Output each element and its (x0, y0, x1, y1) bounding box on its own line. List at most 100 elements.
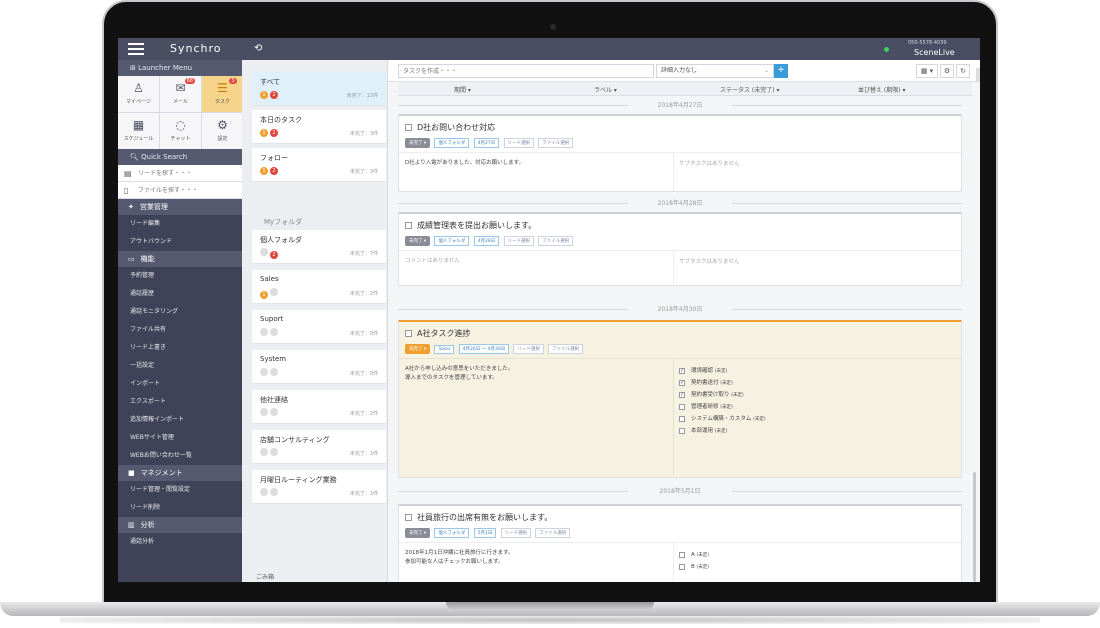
folder-store-consulting[interactable]: 店舗コンサルティング 未完了：1件 (252, 430, 386, 464)
filter-select[interactable]: 詳細入力なし ⌄ (656, 64, 774, 78)
company-name[interactable]: SceneLive (914, 48, 955, 57)
folder-other-contact[interactable]: 他社連絡 未完了：2件 (252, 390, 386, 424)
subtask-item[interactable]: 本部運用 (未定) (679, 425, 766, 437)
task-body: 2018年1月1日沖縄に社員旅行に行きます。 参加可能な人はチェックお願いします… (399, 542, 961, 582)
task-card[interactable]: 社員旅行の出席有無をお願いします。 未完了 ▾ 個人フォルダ 5月1日 リード選… (398, 504, 962, 582)
subtask-checkbox[interactable] (679, 551, 685, 558)
task-checkbox[interactable] (405, 222, 412, 229)
menu-item[interactable]: 追加情報インポート (118, 411, 242, 429)
subtask-checkbox[interactable] (679, 563, 685, 570)
folder-tag[interactable]: 個人フォルダ (434, 138, 470, 148)
menu-item[interactable]: 予約管理 (118, 267, 242, 285)
task-checkbox[interactable] (405, 330, 412, 337)
date-tag[interactable]: 4月26日 〜 4月30日 (458, 344, 510, 354)
menu-item[interactable]: WEBサイト管理 (118, 429, 242, 447)
hamburger-menu-icon[interactable] (128, 43, 144, 55)
tile-schedule[interactable]: ▦ スケジュール (118, 113, 159, 149)
task-checkbox[interactable] (405, 514, 412, 521)
folder-monday-routine[interactable]: 月曜日ルーティング業務 未完了：1件 (252, 470, 386, 504)
status-badge[interactable]: 未完了 ▾ (405, 236, 431, 246)
folder-suport[interactable]: Suport 未完了：0件 (252, 310, 386, 344)
lead-select-tag[interactable]: リード選択 (503, 236, 534, 246)
status-badge[interactable]: 未完了 ▾ (405, 528, 431, 538)
edge-tab[interactable] (976, 68, 980, 82)
check-icon[interactable]: ✓ (679, 391, 685, 398)
task-card[interactable]: 成績管理表を提出お願いします。 未完了 ▾ 個人フォルダ 4月28日 リード選択… (398, 212, 962, 286)
menu-item[interactable]: 通話モニタリング (118, 303, 242, 321)
section-analysis[interactable]: ▥ 分析 (118, 517, 242, 533)
column-period[interactable]: 期間 ▾ (454, 85, 471, 94)
menu-item[interactable]: リード削除 (118, 499, 242, 517)
tile-settings[interactable]: ⚙ 設定 (202, 113, 243, 149)
menu-item[interactable]: リード編集 (118, 215, 242, 233)
task-checkbox[interactable] (405, 124, 412, 131)
menu-item[interactable]: 通話分析 (118, 533, 242, 551)
task-create-input[interactable] (398, 64, 654, 78)
check-icon[interactable]: ✓ (679, 379, 685, 386)
section-features[interactable]: ▭ 機能 (118, 251, 242, 267)
menu-item[interactable]: 一括設定 (118, 357, 242, 375)
view-toggle-button[interactable]: ▦ ▾ (916, 64, 938, 78)
column-label[interactable]: ラベル ▾ (594, 85, 617, 94)
folder-tag[interactable]: Sales (434, 345, 455, 354)
menu-item[interactable]: ファイル共有 (118, 321, 242, 339)
file-select-tag[interactable]: ファイル選択 (535, 528, 571, 538)
add-task-button[interactable]: + (774, 64, 788, 78)
lead-select-tag[interactable]: リード選択 (513, 344, 544, 354)
folder-all[interactable]: すべて 12 未完了：13件 (252, 72, 386, 106)
menu-item[interactable]: 通話履歴 (118, 285, 242, 303)
check-icon[interactable]: ✓ (679, 367, 685, 374)
file-select-tag[interactable]: ファイル選択 (548, 344, 584, 354)
date-tag[interactable]: 5月1日 (473, 528, 497, 538)
refresh-icon[interactable]: ↻ (956, 64, 970, 78)
menu-item[interactable]: リード管理・閲覧設定 (118, 481, 242, 499)
tile-mail[interactable]: ✉ 68 メール (160, 76, 201, 112)
lead-select-tag[interactable]: リード選択 (503, 138, 534, 148)
file-search-input[interactable] (138, 185, 236, 196)
status-badge[interactable]: 未完了 ▾ (405, 138, 431, 148)
menu-item[interactable]: WEBお問い合わせ一覧 (118, 447, 242, 465)
date-tag[interactable]: 4月28日 (473, 236, 500, 246)
date-tag[interactable]: 4月27日 (473, 138, 500, 148)
subtask-item[interactable]: 管理者研修 (未定) (679, 401, 766, 413)
folder-today[interactable]: 本日のタスク 12 未完了：3件 (252, 110, 386, 144)
task-card[interactable]: D社お問い合わせ対応 未完了 ▾ 個人フォルダ 4月27日 リード選択 ファイル… (398, 114, 962, 192)
trash-folder[interactable]: ごみ箱 (256, 572, 274, 581)
gear-icon[interactable]: ⚙ (940, 64, 954, 78)
folder-follow[interactable]: フォロー 12 未完了：3件 (252, 148, 386, 182)
subtask-item[interactable]: A (未定) (679, 549, 709, 561)
lead-select-tag[interactable]: リード選択 (500, 528, 532, 538)
folder-tag[interactable]: 個人フォルダ (434, 236, 470, 246)
folder-personal[interactable]: 個人フォルダ 2 未完了：7件 (252, 230, 386, 264)
section-sales[interactable]: ✦ 営業管理 (118, 199, 242, 215)
subtask-item[interactable]: ✓ 契約書受け取り (未定) (679, 389, 766, 401)
section-management[interactable]: ■ マネジメント (118, 465, 242, 481)
folder-tag[interactable]: 個人フォルダ (434, 528, 470, 538)
subtask-item[interactable]: システム構築・カスタム (未定) (679, 413, 766, 425)
subtask-checkbox[interactable] (679, 427, 685, 434)
folder-sales[interactable]: Sales 1 未完了：2件 (252, 270, 386, 304)
task-card-active[interactable]: A社タスク進捗 未完了 ▾ Sales 4月26日 〜 4月30日 リード選択 … (398, 320, 962, 478)
column-status[interactable]: ステータス (未完了) ▾ (720, 85, 780, 94)
subtask-item[interactable]: ✓ 契約書送付 (未定) (679, 377, 766, 389)
menu-item[interactable]: リード上書き (118, 339, 242, 357)
subtask-item[interactable]: B (未定) (679, 561, 709, 573)
menu-item[interactable]: インポート (118, 375, 242, 393)
menu-item[interactable]: エクスポート (118, 393, 242, 411)
refresh-icon[interactable]: ⟲ (254, 43, 262, 54)
subtask-empty: サブタスクはありません (679, 161, 740, 167)
tile-chat[interactable]: ◌ チャット (160, 113, 201, 149)
tile-task[interactable]: ☰ 3 タスク (202, 76, 243, 112)
status-badge[interactable]: 未完了 ▾ (405, 344, 431, 354)
scrollbar[interactable] (973, 472, 976, 582)
subtask-item[interactable]: ✓ 環境確認 (未定) (679, 365, 766, 377)
tile-mypage[interactable]: ♙ マイページ (118, 76, 159, 112)
subtask-checkbox[interactable] (679, 403, 685, 410)
subtask-checkbox[interactable] (679, 415, 685, 422)
file-select-tag[interactable]: ファイル選択 (538, 138, 574, 148)
lead-search-input[interactable] (138, 168, 236, 179)
menu-item[interactable]: アウトバウンド (118, 233, 242, 251)
column-sort[interactable]: 並び替え (期限) ▾ (858, 85, 906, 94)
file-select-tag[interactable]: ファイル選択 (538, 236, 574, 246)
folder-system[interactable]: System 未完了：0件 (252, 350, 386, 384)
